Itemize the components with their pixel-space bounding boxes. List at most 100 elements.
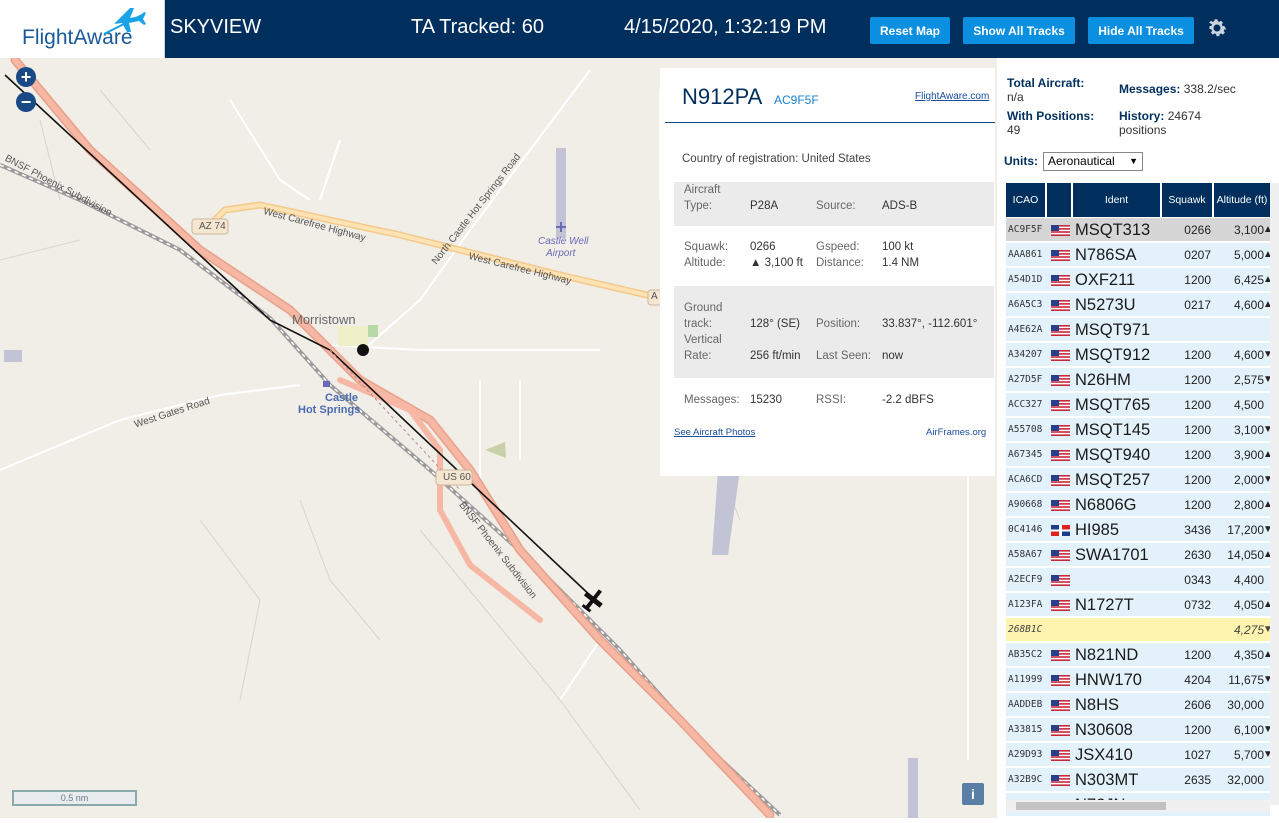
history-value: 24674 bbox=[1167, 109, 1202, 123]
icao-cell: A58A67 bbox=[1008, 549, 1043, 560]
altitude-cell: 6,425 bbox=[1233, 273, 1264, 287]
aircraft-type-value: P28A bbox=[750, 200, 779, 212]
history-stat: History: 24674 positions bbox=[1119, 109, 1201, 137]
aircraft-type-label: Aircraft bbox=[684, 184, 721, 196]
icao-cell: A90668 bbox=[1008, 499, 1043, 510]
hide-all-tracks-button[interactable]: Hide All Tracks bbox=[1088, 17, 1194, 44]
ident-cell: OXF211 bbox=[1075, 271, 1136, 289]
column-header-altitude[interactable]: Altitude (ft) bbox=[1214, 183, 1270, 217]
table-row[interactable]: A11999 HNW170 4204 11,675 ▼ bbox=[1006, 668, 1273, 692]
hex-code: AC9F5F bbox=[774, 93, 819, 107]
table-row[interactable]: A2ECF9 0343 4,400 bbox=[1006, 568, 1270, 592]
icao-cell: A11999 bbox=[1008, 674, 1043, 685]
table-row[interactable]: A29D93 JSX410 1027 5,700 ▼ bbox=[1006, 743, 1273, 767]
table-row[interactable]: ACA6CD MSQT257 1200 2,000 ▼ bbox=[1006, 468, 1273, 492]
with-positions-value: 49 bbox=[1007, 123, 1021, 137]
squawk-label: Squawk: bbox=[684, 241, 729, 253]
squawk-cell: 2606 bbox=[1184, 698, 1211, 712]
table-row[interactable]: A123FA N1727T 0732 4,050 ▲ bbox=[1006, 593, 1273, 617]
flightaware-logo[interactable]: FlightAware bbox=[0, 0, 165, 58]
column-header-icao[interactable]: ICAO bbox=[1006, 183, 1045, 217]
ident-cell: MSQT971 bbox=[1075, 321, 1151, 339]
icao-cell: AADDEB bbox=[1008, 699, 1043, 710]
show-all-tracks-button[interactable]: Show All Tracks bbox=[963, 17, 1075, 44]
altitude-cell: 4,600 bbox=[1233, 298, 1264, 312]
table-row[interactable]: A32B9C N303MT 2635 32,000 bbox=[1006, 768, 1270, 792]
table-row[interactable]: A58A67 SWA1701 2630 14,050 ▲ bbox=[1006, 543, 1273, 567]
gear-icon[interactable] bbox=[1205, 16, 1229, 40]
column-header-flag[interactable] bbox=[1047, 183, 1071, 217]
ident-cell: MSQT940 bbox=[1075, 446, 1151, 464]
altitude-label: Altitude: bbox=[684, 257, 726, 269]
table-row[interactable]: A67345 MSQT940 1200 3,900 ▲ bbox=[1006, 443, 1273, 467]
vertical-rate-label-2: Rate: bbox=[684, 350, 712, 362]
table-row[interactable]: A55708 MSQT145 1200 3,100 ▼ bbox=[1006, 418, 1273, 442]
ident-cell: MSQT145 bbox=[1075, 421, 1151, 439]
icao-cell: A32B9C bbox=[1008, 774, 1043, 785]
table-row[interactable]: A90668 N6806G 1200 2,800 ▲ bbox=[1006, 493, 1273, 517]
table-row[interactable]: A54D1D OXF211 1200 6,425 ▲ bbox=[1006, 268, 1273, 292]
us-flag-icon bbox=[1051, 275, 1070, 286]
castle-well-airport-label: Castle Well bbox=[538, 236, 589, 247]
ident-cell: MSQT912 bbox=[1075, 346, 1151, 364]
column-header-ident[interactable]: Ident bbox=[1073, 183, 1160, 217]
messages-stat: Messages: 338.2/sec bbox=[1119, 82, 1236, 96]
table-row[interactable]: A33815 N30608 1200 6,100 ▼ bbox=[1006, 718, 1273, 742]
flightaware-link[interactable]: FlightAware.com bbox=[915, 91, 989, 102]
squawk-cell: 1200 bbox=[1184, 648, 1211, 662]
table-row[interactable]: ACC327 MSQT765 1200 4,500 bbox=[1006, 393, 1270, 417]
squawk-cell bbox=[1161, 318, 1211, 342]
column-header-squawk[interactable]: Squawk bbox=[1162, 183, 1212, 217]
morristown-label: Morristown bbox=[292, 312, 356, 327]
ground-track-value: 128° (SE) bbox=[750, 318, 800, 330]
messages-rate-label: Messages: bbox=[1119, 82, 1181, 96]
squawk-cell: 0217 bbox=[1184, 298, 1211, 312]
table-row[interactable]: A4E62A MSQT971 bbox=[1006, 318, 1270, 342]
vertical-scrollbar[interactable] bbox=[1270, 183, 1279, 805]
table-row[interactable]: AAA861 N786SA 0207 5,000 ▲ bbox=[1006, 243, 1273, 267]
aircraft-photos-link[interactable]: See Aircraft Photos bbox=[674, 427, 755, 438]
table-row[interactable]: 0C4146 HI985 3436 17,200 ▼ bbox=[1006, 518, 1273, 542]
last-seen-label: Last Seen: bbox=[816, 350, 871, 362]
units-select[interactable]: Aeronautical ▼ bbox=[1043, 152, 1143, 171]
top-bar: FlightAware SKYVIEW TA Tracked: 60 4/15/… bbox=[0, 0, 1279, 58]
icao-cell: AC9F5F bbox=[1008, 224, 1043, 235]
squawk-cell: 1200 bbox=[1184, 723, 1211, 737]
altitude-value: ▲ 3,100 ft bbox=[750, 257, 803, 269]
gspeed-label: Gspeed: bbox=[816, 241, 860, 253]
horizontal-scrollbar[interactable] bbox=[1006, 800, 1270, 812]
squawk-cell: 2635 bbox=[1184, 773, 1211, 787]
zoom-out-button[interactable]: − bbox=[16, 92, 36, 112]
icao-cell: AB35C2 bbox=[1008, 649, 1043, 660]
squawk-cell: 0266 bbox=[1184, 223, 1211, 237]
icao-cell: A2ECF9 bbox=[1008, 574, 1043, 585]
icao-cell: A34207 bbox=[1008, 349, 1043, 360]
table-row[interactable]: AB35C2 N821ND 1200 4,350 ▲ bbox=[1006, 643, 1273, 667]
table-row[interactable]: A27D5F N26HM 1200 2,575 ▼ bbox=[1006, 368, 1273, 392]
squawk-cell: 3436 bbox=[1184, 523, 1211, 537]
squawk-cell: 1027 bbox=[1184, 748, 1211, 762]
squawk-cell: 1200 bbox=[1184, 423, 1211, 437]
altitude-cell: 2,800 bbox=[1233, 498, 1264, 512]
icao-cell: ACC327 bbox=[1008, 399, 1043, 410]
airframes-link[interactable]: AirFrames.org bbox=[926, 427, 986, 438]
us-flag-icon bbox=[1051, 725, 1070, 736]
scrollbar-thumb[interactable] bbox=[1016, 802, 1166, 810]
table-row[interactable]: A6A5C3 N5273U 0217 4,600 ▲ bbox=[1006, 293, 1273, 317]
squawk-cell: 0207 bbox=[1184, 248, 1211, 262]
table-row[interactable]: 268B1C 4,275 ▼ bbox=[1006, 618, 1273, 642]
zoom-in-button[interactable]: + bbox=[16, 67, 36, 87]
table-row[interactable]: AADDEB N8HS 2606 30,000 bbox=[1006, 693, 1270, 717]
table-row[interactable]: A34207 MSQT912 1200 4,600 ▼ bbox=[1006, 343, 1273, 367]
info-button[interactable]: i bbox=[962, 783, 984, 805]
table-row[interactable]: AC9F5F MSQT313 0266 3,100 ▲ bbox=[1006, 218, 1273, 242]
us-flag-icon bbox=[1051, 600, 1070, 611]
altitude-cell: 14,050 bbox=[1227, 548, 1264, 562]
altitude-cell: 17,200 bbox=[1227, 523, 1264, 537]
reset-map-button[interactable]: Reset Map bbox=[870, 17, 950, 44]
altitude-cell: 4,350 bbox=[1233, 648, 1264, 662]
icao-cell: A27D5F bbox=[1008, 374, 1043, 385]
country-value: United States bbox=[801, 153, 871, 165]
us-flag-icon bbox=[1051, 675, 1070, 686]
ident-cell: N786SA bbox=[1075, 246, 1137, 264]
